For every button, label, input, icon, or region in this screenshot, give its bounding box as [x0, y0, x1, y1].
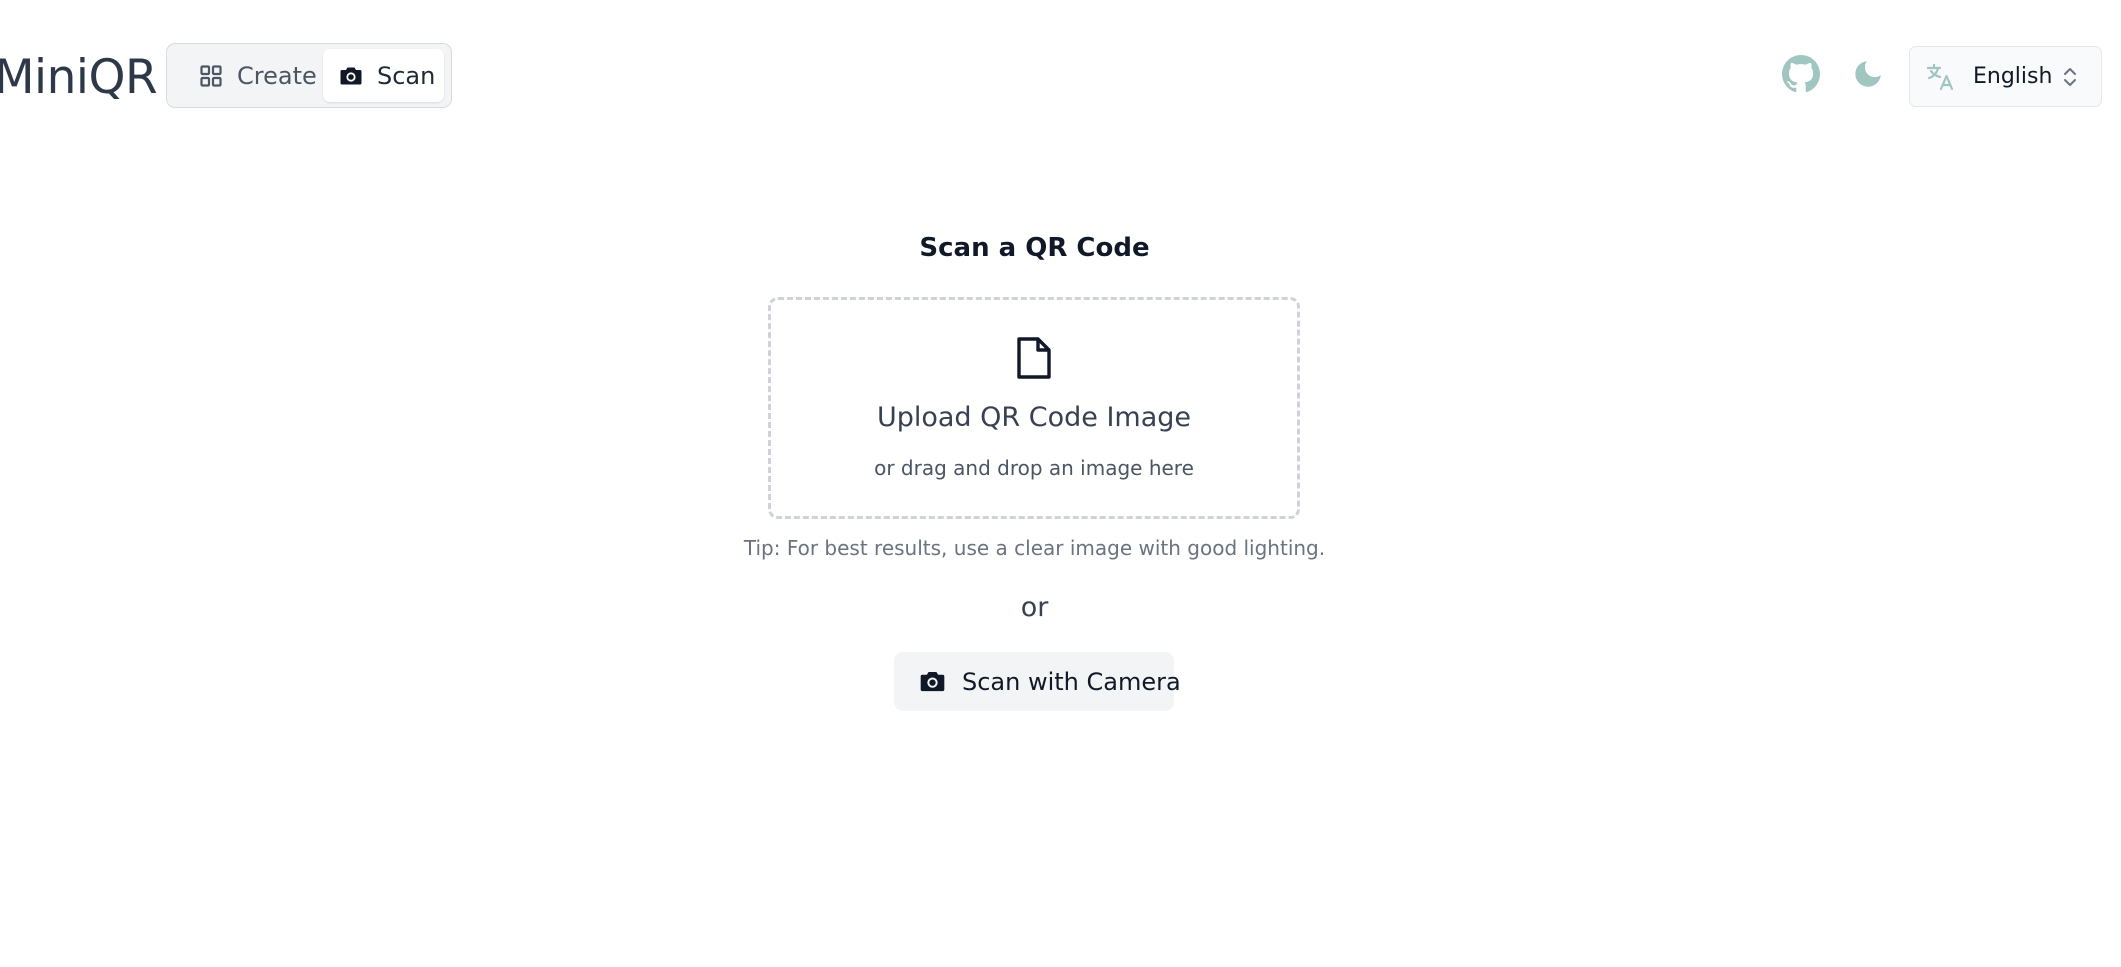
chevron-up-down-icon — [2061, 65, 2079, 89]
upload-dropzone[interactable]: Upload QR Code Image or drag and drop an… — [768, 297, 1300, 519]
camera-icon — [919, 668, 946, 695]
language-select[interactable]: English — [1909, 46, 2102, 107]
create-tab[interactable]: Create — [173, 49, 317, 102]
tip-text: Tip: For best results, use a clear image… — [743, 536, 1326, 560]
create-tab-label: Create — [237, 61, 317, 90]
file-icon — [1017, 337, 1051, 379]
github-icon — [1782, 55, 1820, 97]
camera-icon — [339, 64, 363, 88]
github-link[interactable] — [1781, 55, 1821, 97]
app-logo[interactable]: MiniQR — [0, 48, 158, 108]
language-label: English — [1973, 64, 2053, 89]
scan-with-camera-button[interactable]: Scan with Camera — [894, 652, 1181, 711]
upload-subtitle: or drag and drop an image here — [874, 456, 1194, 480]
scan-with-camera-label: Scan with Camera — [962, 667, 1181, 696]
moon-icon — [1851, 57, 1885, 95]
scan-tab[interactable]: Scan — [323, 49, 444, 102]
translate-icon — [1926, 62, 1956, 92]
upload-title: Upload QR Code Image — [876, 402, 1192, 433]
mode-switch: Create Scan — [166, 43, 452, 108]
page: MiniQR Create Scan English Scan a QR Cod… — [0, 0, 2121, 967]
theme-toggle[interactable] — [1848, 56, 1888, 96]
scan-tab-label: Scan — [377, 61, 436, 90]
or-divider: or — [1020, 592, 1049, 623]
grid-icon — [199, 64, 223, 88]
page-title: Scan a QR Code — [919, 233, 1150, 263]
